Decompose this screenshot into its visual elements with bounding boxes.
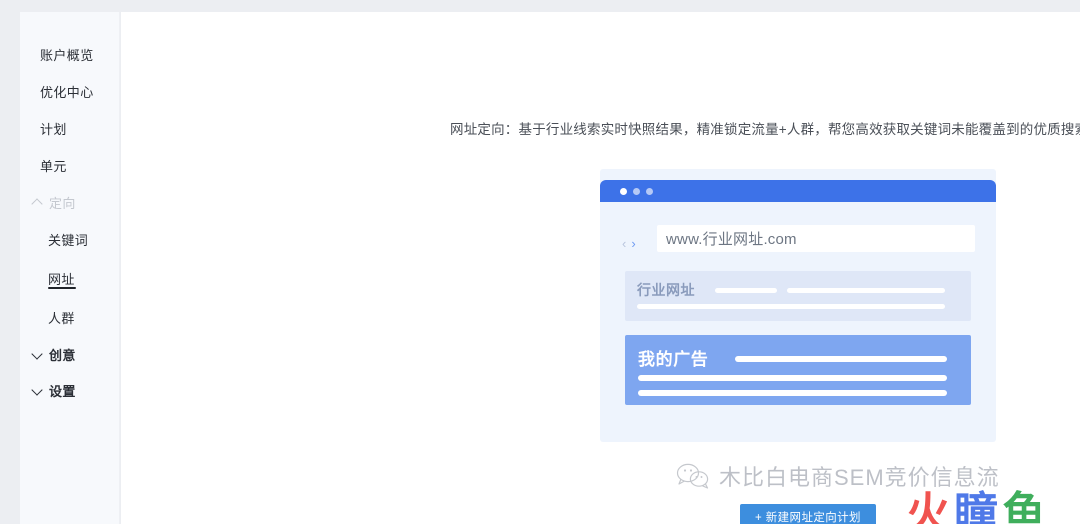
brand-char-3: 鱼 [1002, 489, 1047, 524]
chevron-up-icon [32, 196, 44, 208]
placeholder-bar [638, 375, 947, 381]
chevron-down-icon [32, 348, 44, 360]
sidebar-item-label: 优化中心 [40, 84, 94, 100]
organic-result-card: 行业网址 [625, 271, 971, 321]
sidebar-active-indicator [48, 287, 76, 289]
placeholder-bar [787, 288, 945, 293]
sidebar-item-label: 人群 [48, 310, 75, 326]
browser-url-bar: www.行业网址.com [657, 225, 975, 252]
sidebar: 账户概览 优化中心 计划 单元 定向 关键词 网址 人群 创意 设置 [20, 12, 120, 524]
window-dot-icon [620, 188, 627, 195]
sidebar-group-label: 设置 [49, 383, 76, 399]
sidebar-item-keyword[interactable]: 关键词 [20, 228, 120, 250]
browser-mockup: ‹ › www.行业网址.com 行业网址 我的广告 [600, 180, 996, 430]
sidebar-item-url[interactable]: 网址 [20, 267, 120, 289]
placeholder-bar [637, 304, 945, 309]
create-url-targeting-plan-button[interactable]: + 新建网址定向计划 [740, 504, 876, 524]
left-gutter [0, 0, 20, 524]
feature-description: 网址定向：基于行业线索实时快照结果，精准锁定流量+人群，帮您高效获取关键词未能覆… [450, 122, 1080, 137]
sidebar-item-audience[interactable]: 人群 [20, 306, 120, 328]
placeholder-bar [735, 356, 947, 362]
my-ad-card: 我的广告 [625, 335, 971, 405]
back-arrow-icon: ‹ [622, 236, 627, 251]
url-text: www.行业网址.com [666, 231, 797, 248]
forward-arrow-icon: › [631, 236, 636, 251]
organic-result-title: 行业网址 [637, 282, 695, 298]
window-dot-icon [646, 188, 653, 195]
window-dot-icon [633, 188, 640, 195]
sidebar-item-label: 网址 [48, 271, 75, 287]
sidebar-group-label: 定向 [49, 195, 76, 211]
placeholder-bar [715, 288, 777, 293]
placeholder-bar [638, 390, 947, 396]
brand-char-2: 瞳 [954, 489, 999, 524]
watermark-text: 木比白电商SEM竞价信息流 [719, 465, 1000, 490]
sidebar-item-adgroup[interactable]: 单元 [20, 154, 120, 176]
sidebar-item-label: 计划 [40, 121, 67, 137]
wechat-icon [676, 462, 710, 490]
sidebar-item-optimization-center[interactable]: 优化中心 [20, 80, 120, 102]
sidebar-group-creative[interactable]: 创意 [20, 343, 120, 365]
main-content: 网址定向：基于行业线索实时快照结果，精准锁定流量+人群，帮您高效获取关键词未能覆… [121, 12, 1080, 524]
sidebar-item-campaign[interactable]: 计划 [20, 117, 120, 139]
sidebar-item-label: 关键词 [48, 232, 89, 248]
url-targeting-illustration: ‹ › www.行业网址.com 行业网址 我的广告 [600, 169, 996, 442]
chevron-down-icon [32, 384, 44, 396]
sidebar-item-label: 单元 [40, 158, 67, 174]
my-ad-title: 我的广告 [638, 350, 709, 369]
brand-char-1: 火 [906, 489, 951, 524]
sidebar-group-settings[interactable]: 设置 [20, 379, 120, 401]
watermark: 木比白电商SEM竞价信息流 [676, 460, 1000, 492]
browser-nav-arrows: ‹ › [622, 237, 636, 250]
sidebar-item-account-overview[interactable]: 账户概览 [20, 43, 120, 65]
brand-logo: 火 瞳 鱼 [906, 492, 1047, 524]
browser-titlebar [600, 180, 996, 202]
sidebar-group-label: 创意 [49, 347, 76, 363]
sidebar-item-label: 账户概览 [40, 47, 94, 63]
sidebar-group-targeting[interactable]: 定向 [20, 191, 120, 213]
top-chrome-strip [0, 0, 1080, 12]
